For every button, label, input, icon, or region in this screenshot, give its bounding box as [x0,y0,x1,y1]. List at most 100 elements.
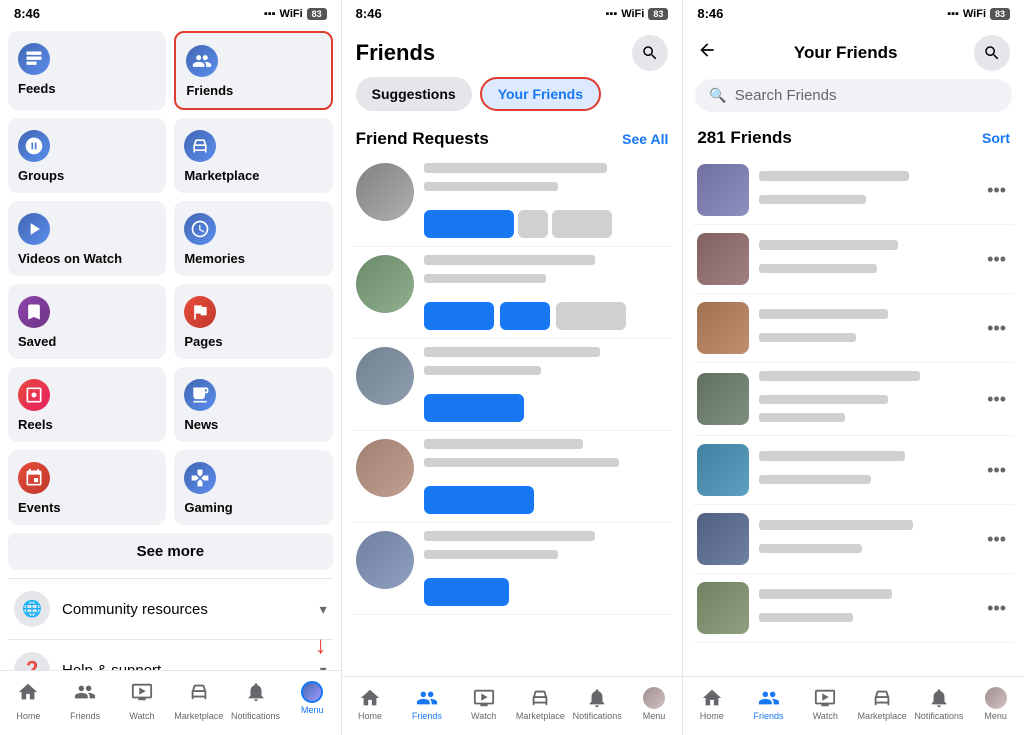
community-label: Community resources [62,601,320,618]
friend-mutual-blur-1 [424,182,559,191]
see-all-link[interactable]: See All [622,131,668,147]
menu-label-2: Menu [643,711,666,721]
sort-button[interactable]: Sort [982,130,1010,146]
back-button[interactable] [697,40,717,66]
nav-notifications-2[interactable]: Notifications [569,683,626,725]
nav-home-3[interactable]: Home [683,683,740,725]
nav-friends-2[interactable]: Friends [398,683,455,725]
marketplace-label-2: Marketplace [516,711,565,721]
nav-friends-1[interactable]: Friends [57,677,114,725]
nav-watch-1[interactable]: Watch [114,677,171,725]
events-label: Events [18,500,156,515]
friends-search-bar[interactable]: 🔍 Search Friends [695,79,1012,112]
friend-avatar-3 [356,347,414,405]
help-support-row[interactable]: ❓ Help & support ▾ [8,639,333,670]
more-options-5[interactable]: ••• [983,456,1010,485]
menu-item-gaming[interactable]: Gaming [174,450,332,525]
friend-actions-2 [424,302,669,330]
nav-notifications-1[interactable]: Notifications [227,677,284,725]
watch-label-2: Watch [471,711,496,721]
more-options-7[interactable]: ••• [983,594,1010,623]
marketplace-icon-2 [529,687,551,709]
see-more-button[interactable]: See more [8,533,333,570]
gaming-icon [184,462,216,494]
nav-friends-3[interactable]: Friends [740,683,797,725]
nav-menu-3[interactable]: Menu [967,683,1024,725]
bottom-nav-3: Home Friends Watch Marketplace Notificat… [683,676,1024,735]
your-friends-title: Your Friends [727,43,964,63]
friend-list-avatar-5 [697,444,749,496]
confirm-btn-4[interactable] [424,486,534,514]
menu-item-reels[interactable]: Reels [8,367,166,442]
confirm-btn-5[interactable] [424,578,509,606]
nav-menu-1[interactable]: Menu [284,677,341,725]
nav-marketplace-2[interactable]: Marketplace [512,683,569,725]
nav-marketplace-1[interactable]: Marketplace [170,677,227,725]
friend-list-avatar-3 [697,302,749,354]
nav-notifications-3[interactable]: Notifications [910,683,967,725]
menu-item-pages[interactable]: Pages [174,284,332,359]
confirm-btn-1[interactable] [424,210,514,238]
friend-list-avatar-2 [697,233,749,285]
saved-label: Saved [18,334,156,349]
watch-icon-3 [814,687,836,709]
more-options-2[interactable]: ••• [983,245,1010,274]
feeds-icon [18,43,50,75]
menu-item-feeds[interactable]: Feeds [8,31,166,110]
menu-item-marketplace[interactable]: Marketplace [174,118,332,193]
nav-watch-3[interactable]: Watch [797,683,854,725]
friends-label: Friends [186,83,320,98]
friend-actions-5 [424,578,669,606]
friends-icon [186,45,218,77]
friend-list-info-4 [759,371,973,427]
menu-content: Feeds Friends Groups [0,25,341,670]
community-chevron: ▾ [320,601,327,618]
friend-list-sub-7 [759,613,853,622]
suggestions-tab[interactable]: Suggestions [356,77,472,111]
home-nav-label-1: Home [16,711,40,721]
friend-list-item-6: ••• [693,505,1014,574]
menu-item-friends[interactable]: Friends [174,31,332,110]
friend-info-5 [424,531,669,606]
menu-grid: Feeds Friends Groups [8,31,333,525]
community-resources-row[interactable]: 🌐 Community resources ▾ [8,578,333,639]
delete-btn-blur-1b[interactable] [552,210,612,238]
menu-item-events[interactable]: Events [8,450,166,525]
friend-list-info-1 [759,171,973,209]
friend-requests-title: Friend Requests [356,129,489,149]
your-friends-search-button[interactable] [974,35,1010,71]
friend-list-name-7 [759,589,892,599]
confirm-btn-3[interactable] [424,394,524,422]
friend-mutual-blur-4 [424,458,620,467]
more-options-4[interactable]: ••• [983,385,1010,414]
menu-item-news[interactable]: News [174,367,332,442]
help-chevron: ▾ [320,662,327,671]
friend-list-info-5 [759,451,973,489]
menu-item-watch[interactable]: Videos on Watch [8,201,166,276]
more-options-6[interactable]: ••• [983,525,1010,554]
delete-btn-blur-2[interactable] [556,302,626,330]
more-options-1[interactable]: ••• [983,176,1010,205]
delete-btn-blur-1[interactable] [518,210,548,238]
friend-info-3 [424,347,669,422]
nav-home-1[interactable]: Home [0,677,57,725]
nav-watch-2[interactable]: Watch [455,683,512,725]
memories-icon [184,213,216,245]
nav-home-2[interactable]: Home [342,683,399,725]
status-bar-1: 8:46 ▪▪▪ WiFi 83 [0,0,341,25]
news-icon [184,379,216,411]
friend-avatar-5 [356,531,414,589]
nav-marketplace-3[interactable]: Marketplace [854,683,911,725]
friends-count-row: 281 Friends Sort [683,122,1024,156]
nav-menu-2[interactable]: Menu [626,683,683,725]
friends-search-button[interactable] [632,35,668,71]
menu-item-groups[interactable]: Groups [8,118,166,193]
confirm-btn-2[interactable] [424,302,494,330]
menu-item-memories[interactable]: Memories [174,201,332,276]
friend-actions-4 [424,486,669,514]
more-options-3[interactable]: ••• [983,314,1010,343]
your-friends-tab[interactable]: Your Friends [480,77,601,111]
menu-item-saved[interactable]: Saved [8,284,166,359]
friend-list-info-3 [759,309,973,347]
confirm-btn-2b[interactable] [500,302,550,330]
